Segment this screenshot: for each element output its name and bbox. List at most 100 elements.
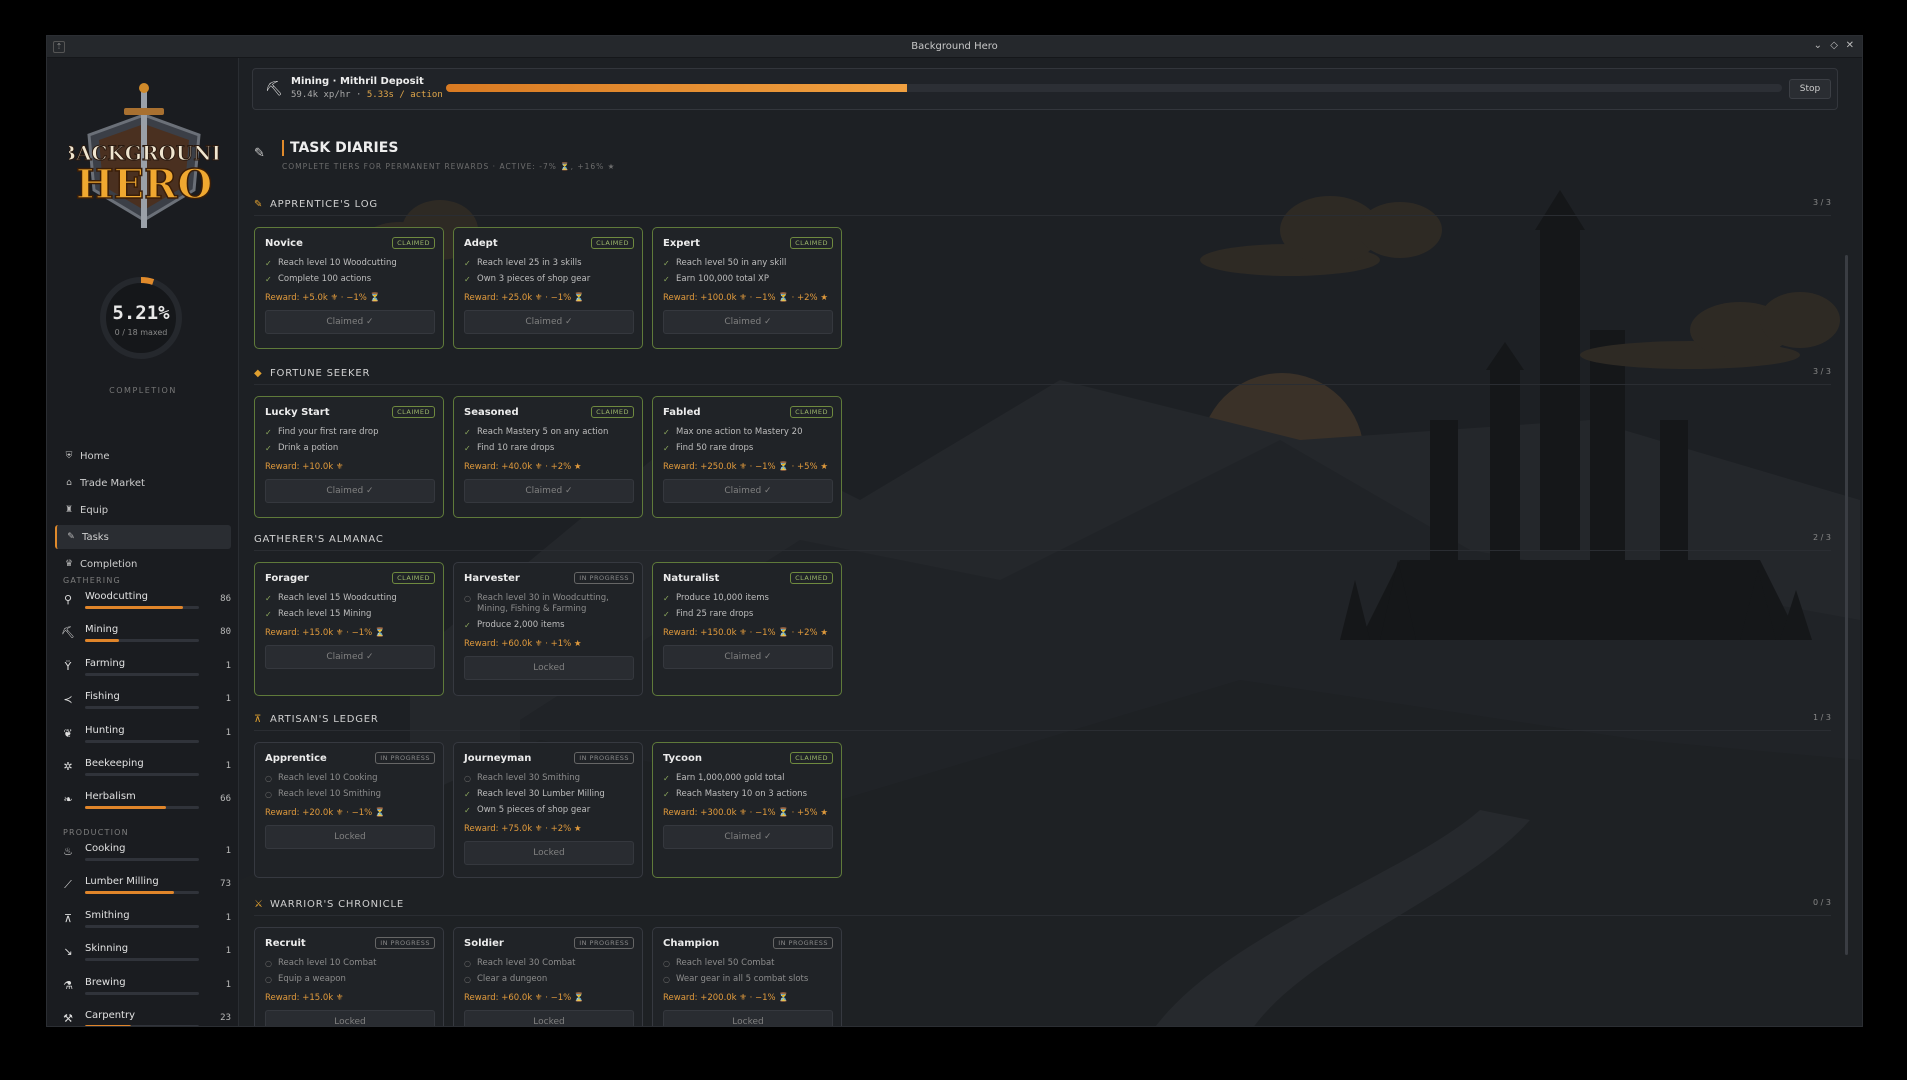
status-badge: IN PROGRESS — [773, 937, 833, 949]
task-reward: Reward: +250.0k ⚜ · −1% ⏳ · +5% ★ — [663, 462, 828, 472]
locked-button[interactable]: Locked — [663, 1010, 833, 1026]
requirement-text: Find 50 rare drops — [676, 443, 754, 453]
locked-button[interactable]: Locked — [464, 841, 634, 865]
task-requirements: ✓ Produce 10,000 items ✓ Find 25 rare drops — [663, 593, 833, 625]
skill-progress-fill — [85, 1025, 131, 1026]
task-card-adept: Adept CLAIMED ✓ Reach level 25 in 3 skills ✓… — [453, 227, 643, 349]
skill-name: Cooking — [85, 843, 126, 854]
skill-skinning[interactable]: ↘ Skinning 1 — [61, 941, 231, 971]
task-reward: Reward: +10.0k ⚜ — [265, 462, 344, 472]
nav-item-label: Tasks — [82, 531, 109, 543]
task-card-title: Recruit — [265, 938, 306, 949]
nav-item-home[interactable]: ⛨ Home — [55, 444, 231, 468]
skill-name: Lumber Milling — [85, 876, 159, 888]
skill-hunting[interactable]: ❦ Hunting 1 — [61, 723, 231, 753]
requirement-item: ✓ Drink a potion — [265, 443, 435, 454]
herb-icon: ❧ — [63, 793, 73, 807]
gathering-header: GATHERING — [63, 576, 121, 585]
stop-button[interactable]: Stop — [1789, 79, 1831, 99]
hammer-icon: ⚒ — [63, 1012, 73, 1025]
claimed-button[interactable]: Claimed ✓ — [265, 310, 435, 334]
skill-name: Smithing — [85, 909, 130, 921]
requirement-item: ✓ Reach level 25 in 3 skills — [464, 258, 634, 269]
status-badge: CLAIMED — [790, 237, 833, 249]
claimed-button[interactable]: Claimed ✓ — [663, 479, 833, 503]
skill-progress — [85, 639, 199, 643]
skill-brewing[interactable]: ⚗ Brewing 1 — [61, 975, 231, 1005]
task-reward: Reward: +20.0k ⚜ · −1% ⏳ — [265, 808, 386, 818]
claimed-button[interactable]: Claimed ✓ — [663, 825, 833, 849]
task-card-seasoned: Seasoned CLAIMED ✓ Reach Mastery 5 on any a… — [453, 396, 643, 518]
skill-woodcutting[interactable]: ⚲ Woodcutting 86 — [61, 589, 231, 619]
requirement-item: ✓ Produce 10,000 items — [663, 593, 833, 604]
requirement-text: Complete 100 actions — [278, 274, 372, 284]
skill-herbalism[interactable]: ❧ Herbalism 66 — [61, 789, 231, 819]
svg-text:HERO: HERO — [76, 161, 212, 208]
claimed-button[interactable]: Claimed ✓ — [663, 310, 833, 334]
status-badge: CLAIMED — [392, 237, 435, 249]
skill-fishing[interactable]: ≺ Fishing 1 — [61, 689, 231, 719]
diary-group-count: 2 / 3 — [1813, 533, 1831, 542]
requirement-text: Own 3 pieces of shop gear — [477, 274, 591, 284]
nav-item-equip[interactable]: ♜ Equip — [55, 498, 231, 522]
claimed-button[interactable]: Claimed ✓ — [265, 645, 435, 669]
task-reward: Reward: +15.0k ⚜ — [265, 993, 344, 1003]
circle-icon: ○ — [265, 975, 272, 984]
nav-item-completion[interactable]: ♛ Completion — [55, 552, 231, 576]
skill-cooking[interactable]: ♨ Cooking 1 — [61, 841, 231, 871]
locked-button[interactable]: Locked — [464, 1010, 634, 1026]
skill-level: 86 — [220, 594, 231, 604]
maximize-icon[interactable]: ◇ — [1830, 40, 1838, 51]
minimize-icon[interactable]: ⌄ — [1814, 40, 1822, 51]
task-reward: Reward: +25.0k ⚜ · −1% ⏳ — [464, 293, 585, 303]
skill-farming[interactable]: Ϋ Farming 1 — [61, 656, 231, 686]
skill-level: 1 — [225, 846, 231, 856]
skill-progress — [85, 924, 199, 928]
locked-button[interactable]: Locked — [464, 656, 634, 680]
task-requirements: ✓ Reach Mastery 5 on any action ✓ Find 10 r… — [464, 427, 634, 459]
diary-group-count: 0 / 3 — [1813, 898, 1831, 907]
circle-icon: ○ — [265, 959, 272, 968]
diary-group-header: ⊼ ARTISAN'S LEDGER — [254, 711, 379, 727]
task-card-forager: Forager CLAIMED ✓ Reach level 15 Woodcuttin… — [254, 562, 444, 696]
shield-icon: ⛨ — [65, 451, 73, 461]
check-icon: ✓ — [265, 610, 272, 619]
activity-rate: 59.4k xp/hr · 5.33s / action — [291, 90, 443, 100]
check-icon: ✓ — [663, 774, 670, 783]
requirement-item: ✓ Find 25 rare drops — [663, 609, 833, 620]
task-card-title: Forager — [265, 573, 309, 584]
diary-group-count: 3 / 3 — [1813, 198, 1831, 207]
skill-mining[interactable]: ⛏ Mining 80 — [61, 622, 231, 652]
task-reward: Reward: +100.0k ⚜ · −1% ⏳ · +2% ★ — [663, 293, 828, 303]
skill-progress — [85, 606, 199, 609]
completion-maxed: 0 / 18 maxed — [114, 328, 168, 337]
claimed-button[interactable]: Claimed ✓ — [464, 479, 634, 503]
requirement-item: ✓ Reach level 15 Woodcutting — [265, 593, 435, 604]
requirement-item: ○ Equip a weapon — [265, 974, 435, 985]
skill-carpentry[interactable]: ⚒ Carpentry 23 — [61, 1008, 231, 1026]
nav-item-tasks[interactable]: ✎ Tasks — [55, 525, 231, 549]
requirement-item: ✓ Complete 100 actions — [265, 274, 435, 285]
task-card-fabled: Fabled CLAIMED ✓ Max one action to Mastery … — [652, 396, 842, 518]
check-icon: ✓ — [464, 428, 471, 437]
requirement-text: Own 5 pieces of shop gear — [477, 805, 591, 815]
nav-item-trade-market[interactable]: ⌂ Trade Market — [55, 471, 231, 495]
anvil-icon: ⊼ — [63, 911, 73, 925]
skill-lumber-milling[interactable]: ⟋ Lumber Milling 73 — [61, 874, 231, 904]
locked-button[interactable]: Locked — [265, 1010, 435, 1026]
claimed-button[interactable]: Claimed ✓ — [265, 479, 435, 503]
skill-beekeeping[interactable]: ✲ Beekeeping 1 — [61, 756, 231, 786]
claimed-button[interactable]: Claimed ✓ — [464, 310, 634, 334]
scrollbar[interactable] — [1845, 255, 1848, 955]
check-icon: ✓ — [663, 259, 670, 268]
requirement-item: ○ Reach level 10 Combat — [265, 958, 435, 969]
fish-icon: ≺ — [63, 693, 73, 707]
close-icon[interactable]: ✕ — [1846, 40, 1854, 51]
skill-smithing[interactable]: ⊼ Smithing 1 — [61, 908, 231, 938]
production-header: PRODUCTION — [63, 828, 129, 837]
task-card-novice: Novice CLAIMED ✓ Reach level 10 Woodcutting… — [254, 227, 444, 349]
locked-button[interactable]: Locked — [265, 825, 435, 849]
claimed-button[interactable]: Claimed ✓ — [663, 645, 833, 669]
completion-ring: 5.21% 0 / 18 maxed — [99, 276, 183, 360]
diary-group-title: WARRIOR'S CHRONICLE — [270, 898, 404, 910]
